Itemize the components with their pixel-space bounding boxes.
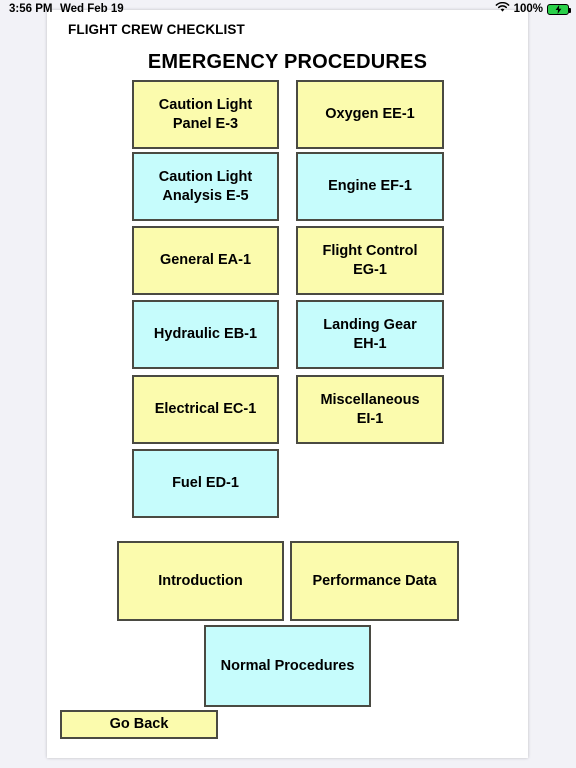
procedure-button[interactable]: Caution Light Panel E-3 (132, 80, 279, 149)
battery-percent-label: 100% (513, 3, 543, 15)
battery-charging-icon (547, 3, 571, 15)
go-back-button[interactable]: Go Back (60, 710, 218, 739)
procedure-button[interactable]: Caution Light Analysis E-5 (132, 152, 279, 221)
wifi-icon (495, 1, 510, 16)
page-title: FLIGHT CREW CHECKLIST (68, 22, 245, 37)
procedure-button[interactable]: Fuel ED-1 (132, 449, 279, 518)
status-bar-time: 3:56 PM (9, 3, 53, 15)
procedure-button[interactable]: Miscellaneous EI-1 (296, 375, 444, 444)
procedure-button[interactable]: General EA-1 (132, 226, 279, 295)
normal-procedures-button[interactable]: Normal Procedures (204, 625, 371, 707)
screen: 3:56 PM Wed Feb 19 100% FLIGHT CREW CHEC… (0, 0, 576, 768)
procedure-button[interactable]: Engine EF-1 (296, 152, 444, 221)
performance-data-button[interactable]: Performance Data (290, 541, 459, 621)
introduction-button[interactable]: Introduction (117, 541, 284, 621)
section-heading: EMERGENCY PROCEDURES (147, 51, 428, 73)
status-bar-right-group: 100% (495, 1, 571, 16)
procedure-button[interactable]: Electrical EC-1 (132, 375, 279, 444)
procedure-button[interactable]: Landing Gear EH-1 (296, 300, 444, 369)
status-bar-date: Wed Feb 19 (60, 3, 124, 15)
procedure-button[interactable]: Flight Control EG-1 (296, 226, 444, 295)
checklist-page-card: FLIGHT CREW CHECKLIST EMERGENCY PROCEDUR… (47, 10, 528, 758)
procedure-button[interactable]: Hydraulic EB-1 (132, 300, 279, 369)
status-bar: 3:56 PM Wed Feb 19 100% (0, 0, 576, 20)
procedure-button[interactable]: Oxygen EE-1 (296, 80, 444, 149)
